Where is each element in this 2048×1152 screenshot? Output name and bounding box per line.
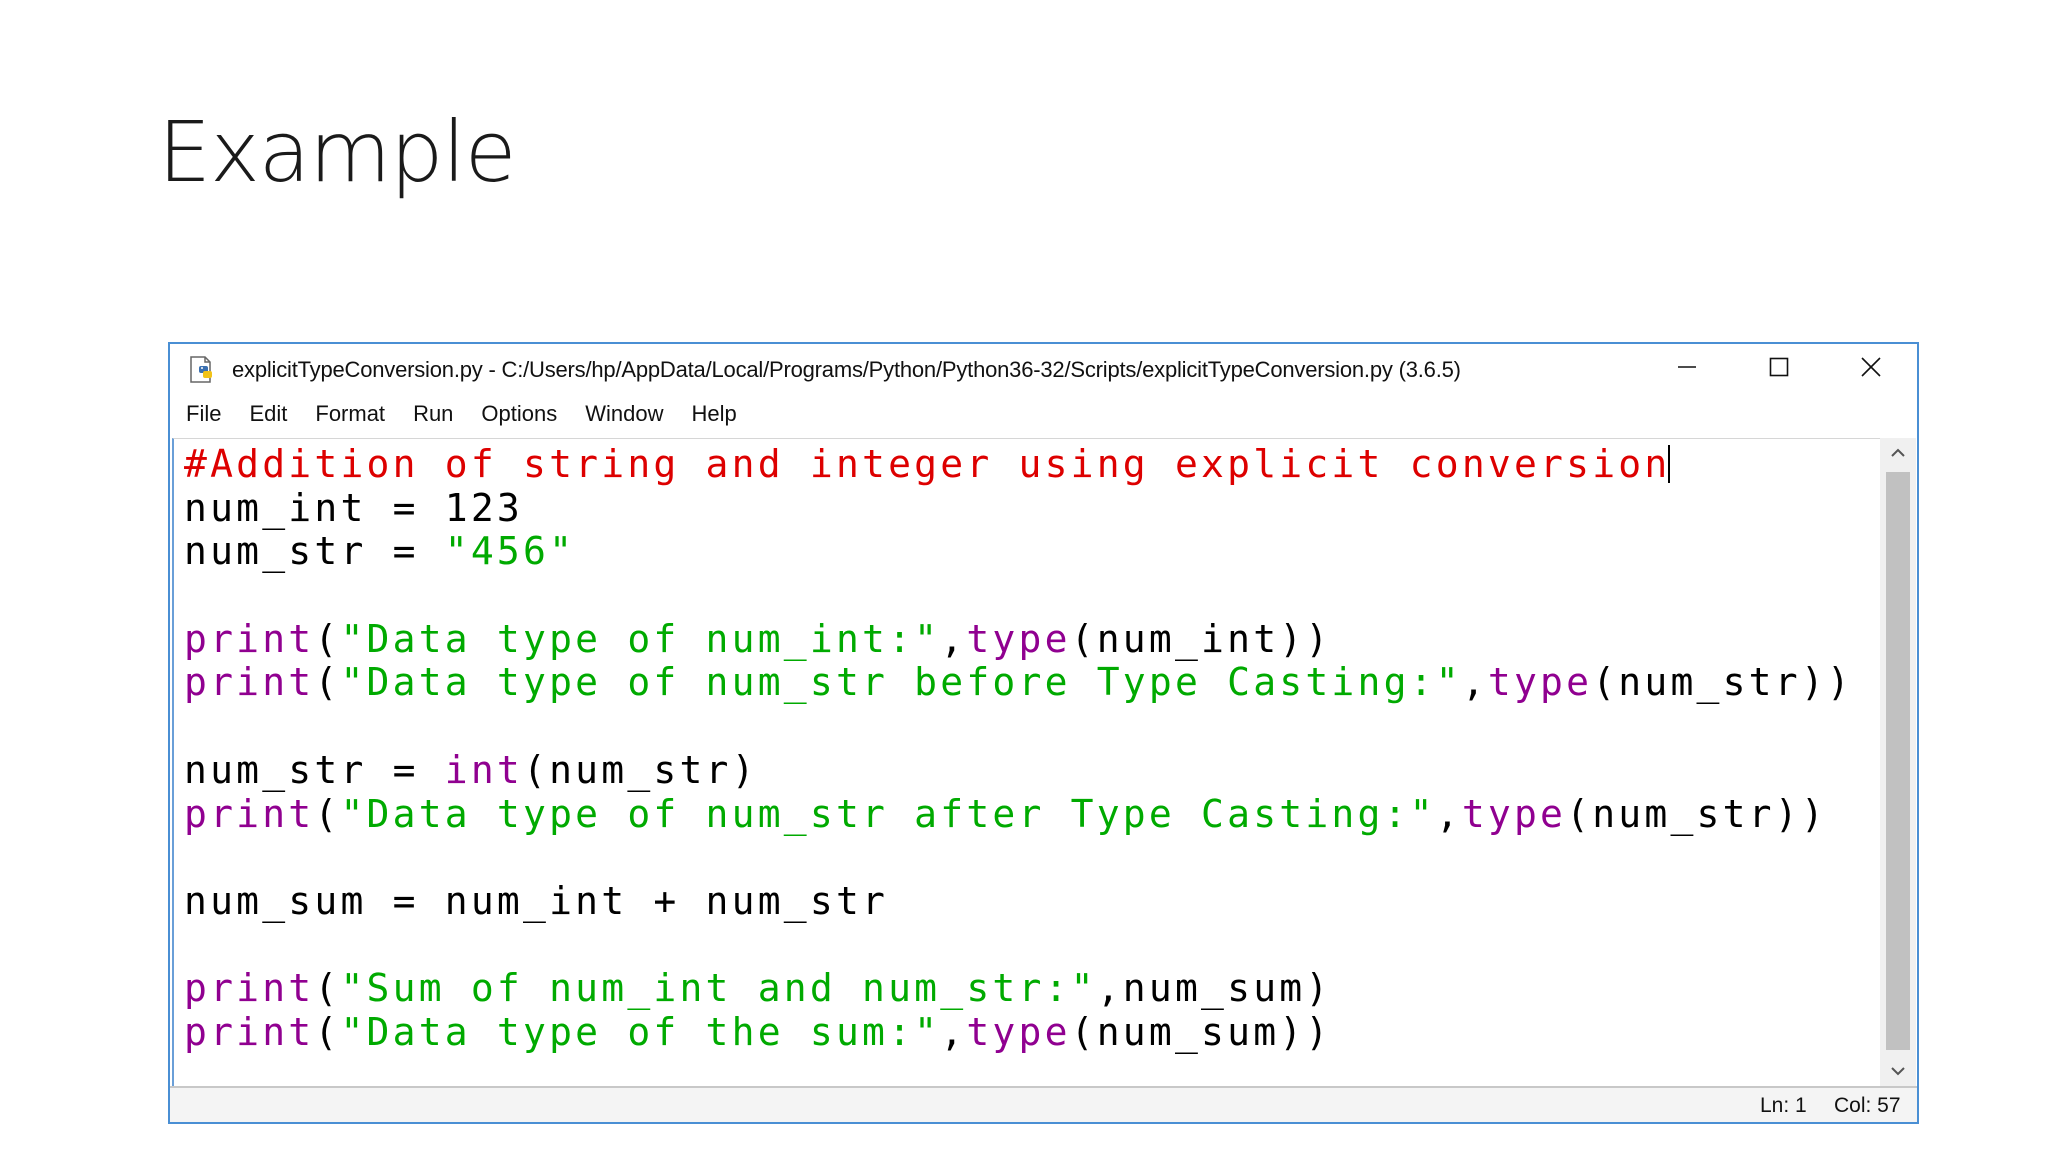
code-token-builtin: type xyxy=(1487,660,1593,705)
code-token-builtin: print xyxy=(184,660,315,705)
code-token-builtin: type xyxy=(966,616,1071,661)
code-line[interactable] xyxy=(184,574,1853,618)
status-bar: Ln: 1 Col: 57 xyxy=(170,1086,1917,1122)
chevron-up-icon xyxy=(1891,448,1905,457)
menu-options[interactable]: Options xyxy=(481,399,557,429)
minimize-icon xyxy=(1678,366,1696,368)
code-line[interactable]: print("Data type of num_str before Type … xyxy=(184,661,1853,705)
code-line[interactable]: num_sum = num_int + num_str xyxy=(184,878,1853,924)
code-line[interactable]: #Addition of string and integer using ex… xyxy=(184,442,1853,487)
code-line[interactable]: print("Data type of num_int:",type(num_i… xyxy=(184,616,1853,662)
code-editor[interactable]: #Addition of string and integer using ex… xyxy=(172,438,1880,1086)
status-column-number: Col: 57 xyxy=(1834,1094,1901,1117)
code-line[interactable]: num_str = "456" xyxy=(184,530,1853,574)
code-token-plain: num_sum = num_int + num_str xyxy=(184,878,889,923)
code-token-plain: (num_sum)) xyxy=(1070,1009,1332,1054)
scroll-up-button[interactable] xyxy=(1880,438,1916,468)
status-line-number: Ln: 1 xyxy=(1760,1094,1807,1117)
code-token-plain: (num_str)) xyxy=(1592,660,1853,705)
maximize-button[interactable] xyxy=(1734,344,1824,390)
maximize-icon xyxy=(1769,357,1789,377)
code-line[interactable] xyxy=(184,924,1853,968)
title-bar[interactable]: explicitTypeConversion.py - C:/Users/hp/… xyxy=(170,344,1917,394)
close-icon xyxy=(1861,357,1881,377)
vertical-scrollbar[interactable] xyxy=(1880,438,1916,1086)
close-button[interactable] xyxy=(1826,344,1916,390)
code-token-plain: (num_str) xyxy=(523,747,758,792)
code-token-plain: ( xyxy=(314,1009,341,1054)
code-token-plain: ( xyxy=(314,616,341,661)
code-line[interactable]: print("Sum of num_int and num_str:",num_… xyxy=(184,966,1853,1011)
code-token-plain: (num_int)) xyxy=(1070,616,1332,661)
code-token-builtin: print xyxy=(184,1009,315,1054)
code-token-builtin: print xyxy=(184,791,315,836)
code-token-plain: ,num_sum) xyxy=(1096,966,1332,1011)
code-token-plain: num_int = 123 xyxy=(184,485,524,530)
chevron-down-icon xyxy=(1891,1067,1905,1076)
code-token-plain: , xyxy=(1461,660,1488,705)
code-token-builtin: type xyxy=(966,1009,1071,1054)
code-token-plain: , xyxy=(1435,791,1462,836)
code-line[interactable]: print("Data type of the sum:",type(num_s… xyxy=(184,1009,1853,1055)
menu-run[interactable]: Run xyxy=(413,399,453,429)
code-token-comment: #Addition of string and integer using ex… xyxy=(184,442,1671,486)
code-line[interactable]: print("Data type of num_str after Type C… xyxy=(184,791,1853,837)
code-token-plain: ( xyxy=(314,791,341,836)
code-token-string: "Data type of num_int:" xyxy=(340,616,941,661)
code-token-plain: ( xyxy=(314,660,341,705)
code-token-plain: ( xyxy=(314,966,341,1011)
menu-edit[interactable]: Edit xyxy=(249,399,287,429)
minimize-button[interactable] xyxy=(1642,344,1732,390)
text-caret xyxy=(1668,445,1671,483)
code-token-string: "Data type of the sum:" xyxy=(340,1009,941,1054)
scroll-down-button[interactable] xyxy=(1880,1056,1916,1086)
menu-format[interactable]: Format xyxy=(315,399,385,429)
menu-help[interactable]: Help xyxy=(692,399,737,429)
code-token-builtin: print xyxy=(184,616,315,661)
code-token-plain: , xyxy=(940,616,967,661)
idle-editor-window: explicitTypeConversion.py - C:/Users/hp/… xyxy=(168,342,1919,1124)
python-file-icon xyxy=(188,356,218,384)
scrollbar-thumb[interactable] xyxy=(1886,472,1910,1050)
code-token-plain: num_str = xyxy=(184,529,445,574)
menu-bar: File Edit Format Run Options Window Help xyxy=(170,394,1917,434)
code-line[interactable]: num_int = 123 xyxy=(184,485,1853,531)
code-token-builtin: int xyxy=(444,747,524,792)
menu-file[interactable]: File xyxy=(186,399,221,429)
code-token-string: "456" xyxy=(444,529,576,574)
code-text[interactable]: #Addition of string and integer using ex… xyxy=(184,442,1853,1055)
code-line[interactable] xyxy=(184,705,1853,749)
code-token-builtin: print xyxy=(184,966,315,1011)
code-token-plain: , xyxy=(940,1009,967,1054)
window-title: explicitTypeConversion.py - C:/Users/hp/… xyxy=(232,357,1461,382)
code-line[interactable] xyxy=(184,836,1853,880)
code-token-builtin: type xyxy=(1461,791,1567,836)
code-token-string: "Data type of num_str before Type Castin… xyxy=(340,660,1462,705)
code-token-string: "Sum of num_int and num_str:" xyxy=(340,966,1097,1011)
code-line[interactable]: num_str = int(num_str) xyxy=(184,747,1853,793)
slide-title: Example xyxy=(158,103,516,201)
code-token-string: "Data type of num_str after Type Casting… xyxy=(340,791,1436,836)
code-token-plain: num_str = xyxy=(184,747,445,792)
code-token-plain: (num_str)) xyxy=(1566,791,1827,836)
menu-window[interactable]: Window xyxy=(585,399,663,429)
